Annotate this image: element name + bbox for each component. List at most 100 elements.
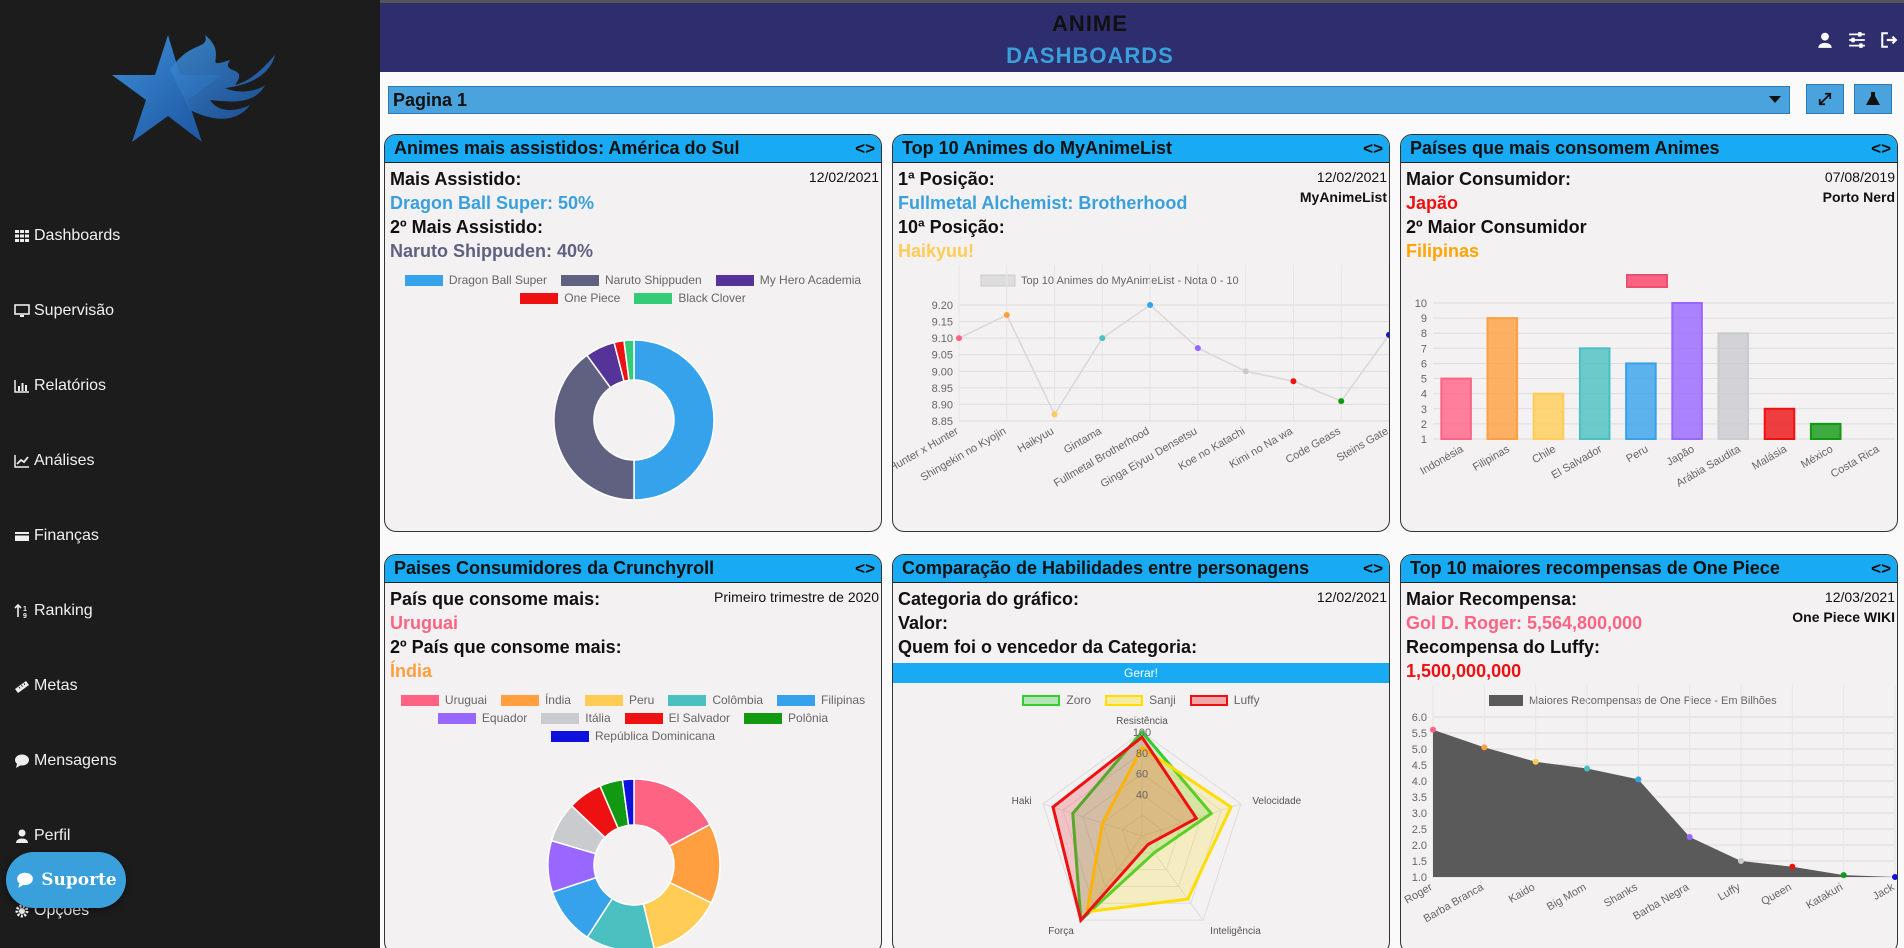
y-tick-label: 1.0	[1412, 872, 1427, 884]
legend-swatch	[1626, 274, 1668, 288]
value-pais-mais: Uruguai	[390, 613, 459, 633]
x-tick-label: Shingekin no Kyojin	[919, 425, 1009, 484]
legend-item[interactable]: Uruguai	[400, 693, 487, 707]
sidebar-item-perfil[interactable]: Perfil	[14, 827, 70, 845]
x-tick-label: Chile	[1530, 443, 1558, 466]
legend-item[interactable]: Dragon Ball Super	[404, 273, 547, 287]
data-point	[956, 335, 962, 342]
label-maior-recompensa: Maior Recompensa:	[1406, 589, 1578, 609]
sidebar-item-analises[interactable]: Análises	[14, 452, 94, 470]
card-title: Top 10 Animes do MyAnimeList	[902, 138, 1173, 158]
support-label: Suporte	[41, 870, 117, 890]
y-tick-label: 9.05	[932, 350, 953, 362]
card-paises-consumidores: Países que mais consomem Animes <> Maior…	[1400, 134, 1898, 532]
code-icon[interactable]: <>	[1363, 559, 1383, 579]
legend-item[interactable]: Sanji	[1105, 693, 1176, 707]
legend-swatch	[1189, 694, 1228, 706]
legend-item[interactable]: One Piece	[520, 291, 620, 305]
sidebar-item-dashboards[interactable]: Dashboards	[14, 227, 120, 245]
legend-item[interactable]: Itália	[541, 711, 611, 725]
chevron-down-icon	[1769, 96, 1781, 103]
x-tick-label: Costa Rica	[1829, 443, 1882, 481]
value-segundo-assistido: Naruto Shippuden: 40%	[390, 241, 594, 261]
y-tick-label: 2.5	[1412, 824, 1427, 836]
legend-item[interactable]: El Salvador	[624, 711, 730, 725]
data-point	[1194, 345, 1201, 352]
card-top10-myanimelist: Top 10 Animes do MyAnimeList <> 1ª Posiç…	[892, 134, 1390, 532]
y-tick-label: 5.5	[1412, 728, 1427, 740]
legend-label: Luffy	[1233, 693, 1260, 707]
area-fill	[1433, 729, 1895, 877]
code-icon[interactable]: <>	[1363, 139, 1383, 159]
legend-item[interactable]: Equador	[437, 711, 528, 725]
gerar-button[interactable]: Gerar!	[893, 663, 1389, 683]
y-tick-label: 8.95	[932, 383, 953, 395]
legend-label: Black Clover	[678, 291, 746, 305]
label-primeira-posicao: 1ª Posição:	[898, 169, 995, 189]
code-icon[interactable]: <>	[855, 139, 875, 159]
main-area: ANIME DASHBOARDS Pagina 1 Animes mais as…	[380, 0, 1904, 948]
legend-item[interactable]: Black Clover	[634, 291, 746, 305]
legend-item[interactable]: Naruto Shippuden	[560, 273, 702, 287]
legend-swatch	[1105, 694, 1144, 706]
code-icon[interactable]: <>	[1871, 139, 1891, 159]
sidebar-item-relatorios[interactable]: Relatórios	[14, 377, 106, 395]
pie-slice	[633, 339, 715, 501]
legend-item[interactable]: Peru	[584, 693, 654, 707]
legend-item[interactable]: Filipinas	[777, 693, 865, 707]
y-tick-label: 2	[1421, 419, 1427, 431]
radial-tick-label: 100	[1133, 727, 1151, 739]
y-tick-label: 1.5	[1412, 856, 1427, 868]
x-tick-label: Haikyuu	[1016, 425, 1056, 455]
card-source: Porto Nerd	[1822, 189, 1895, 205]
axis-label: Inteligência	[1210, 926, 1261, 937]
sidebar-item-metas[interactable]: Metas	[14, 677, 78, 695]
legend-label: Equador	[481, 711, 528, 725]
card-date: 07/08/2019	[1824, 169, 1895, 185]
legend-swatch	[624, 712, 663, 724]
card-header: Comparação de Habilidades entre personag…	[893, 555, 1389, 583]
sidebar-item-ranking[interactable]: 19 Ranking	[14, 602, 93, 620]
data-point	[1430, 726, 1436, 733]
card-header: Top 10 Animes do MyAnimeList <>	[893, 135, 1389, 163]
bar-chart-icon	[14, 380, 29, 393]
y-tick-label: 3	[1421, 404, 1427, 416]
legend-item[interactable]: Luffy	[1189, 693, 1260, 707]
legend-item[interactable]: Zoro	[1022, 693, 1091, 707]
theme-button[interactable]	[1854, 84, 1892, 114]
legend-item[interactable]: República Dominicana	[550, 729, 715, 743]
sidebar-item-supervisao[interactable]: Supervisão	[14, 302, 114, 320]
sidebar: Dashboards Supervisão Relatórios Análise…	[0, 0, 380, 948]
sidebar-item-mensagens[interactable]: Mensagens	[14, 752, 117, 770]
x-tick-label: Steins Gate	[1335, 425, 1390, 464]
user-icon[interactable]	[1814, 29, 1836, 51]
label-segundo-pais: 2º País que consome mais:	[390, 637, 622, 657]
data-point	[1003, 311, 1010, 318]
legend-item[interactable]: Polônia	[744, 711, 828, 725]
legend-item[interactable]: My Hero Academia	[715, 273, 861, 287]
y-tick-label: 1	[1421, 434, 1427, 446]
y-tick-label: 3.5	[1412, 792, 1427, 804]
sidebar-item-label: Metas	[34, 677, 78, 694]
support-button[interactable]: Suporte	[6, 852, 126, 908]
y-tick-label: 9	[1421, 313, 1427, 325]
x-tick-label: Shanks	[1602, 881, 1640, 910]
logout-icon[interactable]	[1878, 29, 1900, 51]
sidebar-item-label: Dashboards	[34, 227, 121, 244]
code-icon[interactable]: <>	[855, 559, 875, 579]
app-title-top: ANIME	[1052, 11, 1128, 36]
bar-chart-paises: 10 9 8 7 6 5 4 3 2 1Indonésia Filipinas ChileEl Sal…	[1415, 274, 1895, 490]
sidebar-item-financas[interactable]: Finanças	[14, 527, 99, 545]
legend-item[interactable]: Colômbia	[668, 693, 763, 707]
legend-item[interactable]: Índia	[500, 693, 571, 707]
bar	[1486, 317, 1519, 440]
sidebar-item-label: Relatórios	[34, 377, 107, 394]
page-select[interactable]: Pagina 1	[388, 86, 1790, 114]
legend-swatch	[437, 712, 476, 724]
sliders-icon[interactable]	[1846, 29, 1868, 51]
expand-button[interactable]	[1806, 84, 1844, 114]
card-date: 12/02/2021	[1316, 589, 1387, 605]
axis-label: Resistência	[1116, 716, 1168, 727]
code-icon[interactable]: <>	[1871, 559, 1891, 579]
bar	[1532, 392, 1565, 441]
